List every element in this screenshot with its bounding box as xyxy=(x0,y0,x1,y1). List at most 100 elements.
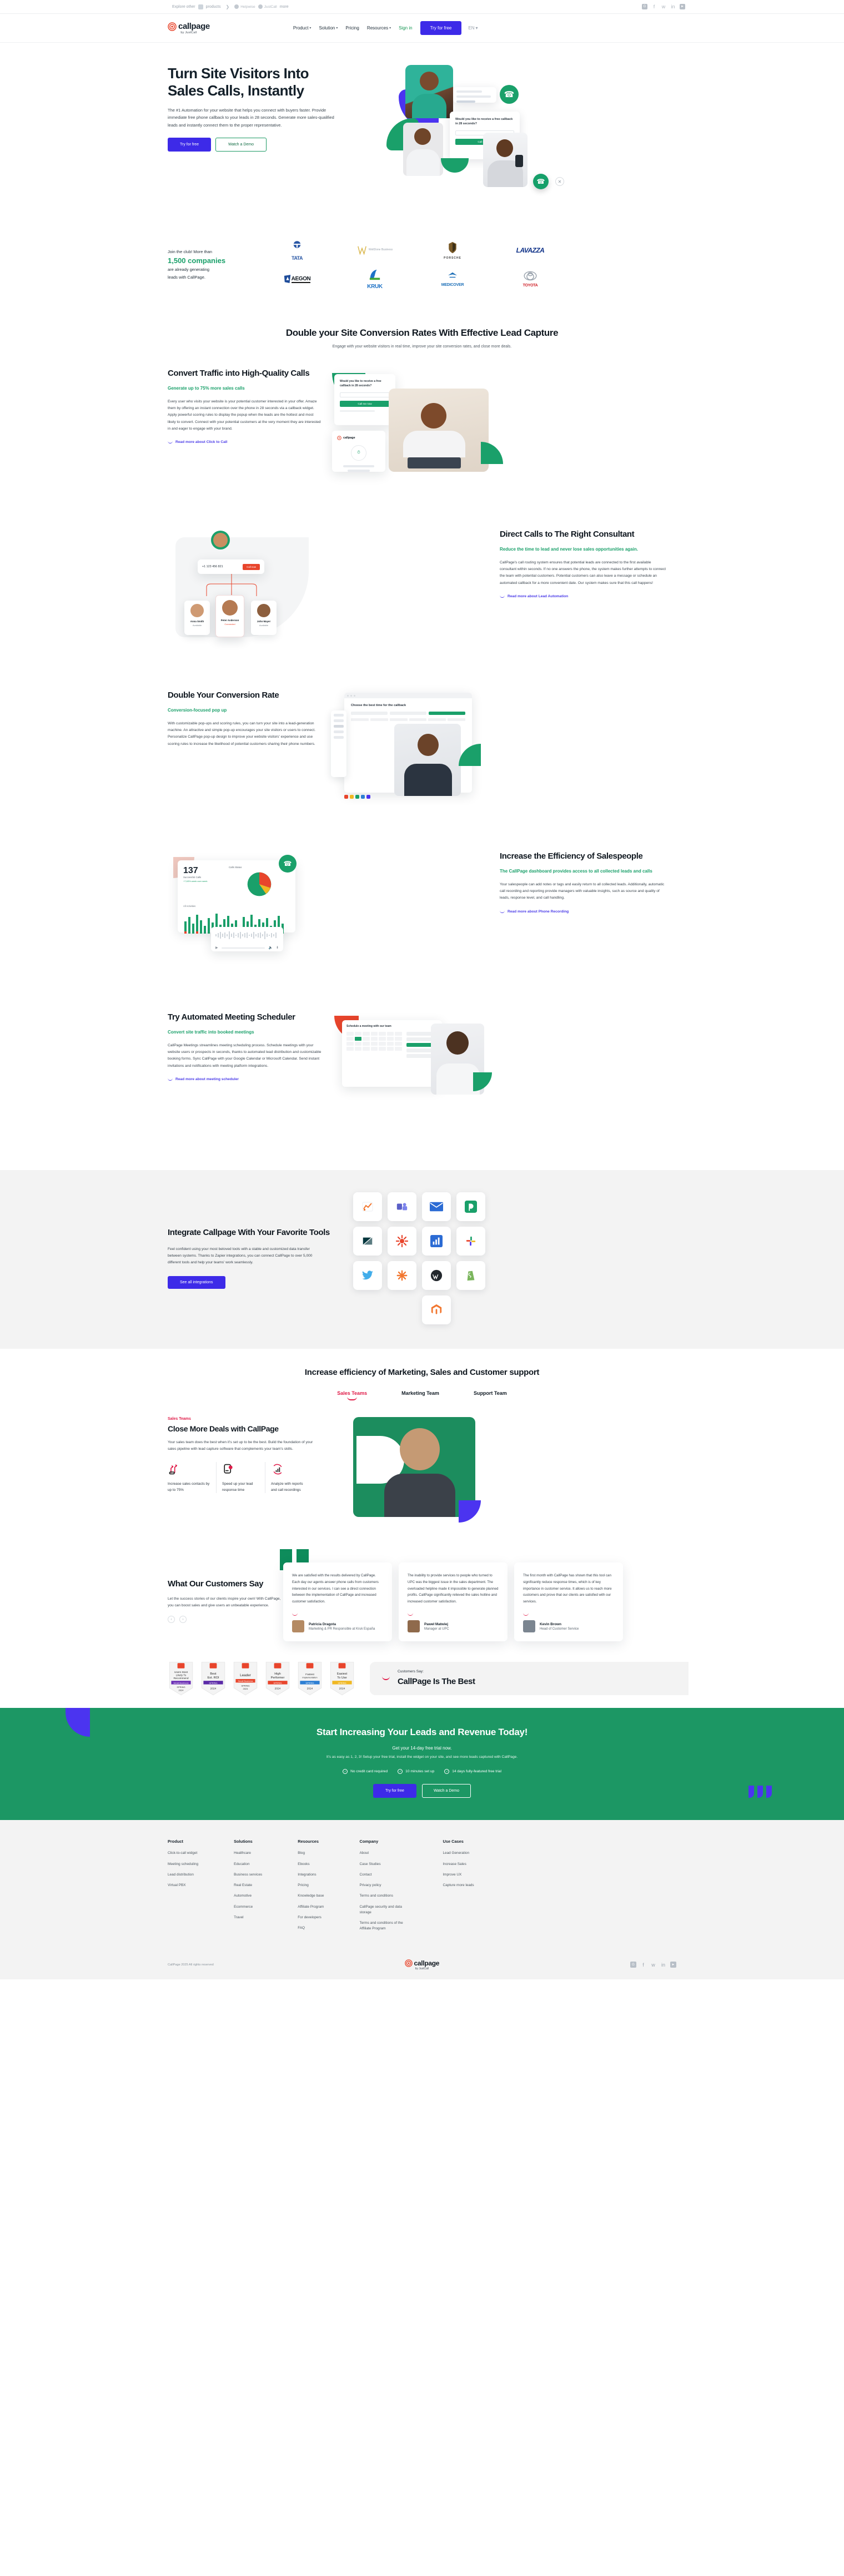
testimonials-carousel[interactable]: We are satisfied with the results delive… xyxy=(283,1562,689,1641)
footer-link[interactable]: Contact xyxy=(360,1872,408,1878)
footer-link[interactable]: Click-to-call widget xyxy=(168,1851,198,1856)
more-label[interactable]: more xyxy=(280,5,289,9)
floating-call-button[interactable]: ☎ xyxy=(533,174,549,189)
footer-link[interactable]: FAQ xyxy=(298,1925,324,1931)
progress-bar[interactable] xyxy=(221,947,265,949)
cta-watch-demo-button[interactable]: Watch a Demo xyxy=(421,1784,471,1798)
footer-link[interactable]: Meeting scheduling xyxy=(168,1862,198,1867)
testimonial-prev-button[interactable]: ‹ xyxy=(168,1616,175,1624)
footer-link[interactable]: Healthcare xyxy=(234,1851,262,1856)
integration-tile-magento[interactable] xyxy=(422,1295,451,1325)
nav-item-resources[interactable]: Resources ▾ xyxy=(367,26,391,31)
footer-link[interactable]: Real Estate xyxy=(234,1883,262,1888)
callback-popup-mock: Would you like to receive a free callbac… xyxy=(334,374,395,426)
brand-justcall[interactable]: JustCall xyxy=(258,4,277,9)
sign-in-link[interactable]: Sign in xyxy=(399,26,412,31)
routing-call-now-button[interactable]: Call now xyxy=(243,563,260,570)
callback-popup-cta[interactable]: Call me now xyxy=(340,401,390,407)
youtube-icon[interactable]: ► xyxy=(680,4,685,9)
download-icon[interactable]: ⬇ xyxy=(276,946,279,950)
language-selector[interactable]: EN ▾ xyxy=(468,26,478,31)
footer-link[interactable]: Lead distribution xyxy=(168,1872,198,1878)
nav-item-pricing[interactable]: Pricing xyxy=(345,26,359,31)
tab-support-team[interactable]: Support Team xyxy=(474,1390,507,1400)
footer-link[interactable]: Privacy policy xyxy=(360,1883,408,1888)
integration-tile-zendesk[interactable] xyxy=(353,1227,382,1256)
integration-tile-shopify[interactable] xyxy=(456,1261,485,1290)
cta-benefit-2: ✓ 10 minutes set up xyxy=(398,1769,434,1775)
footer-link[interactable]: Travel xyxy=(234,1915,262,1920)
routing-phone-number: +1 123 456 821 xyxy=(202,565,223,569)
footer-link[interactable]: Terms and conditions of the Affiliate Pr… xyxy=(360,1920,408,1932)
linkedin-icon[interactable]: in xyxy=(660,1962,666,1968)
brand-helpwise[interactable]: Helpwise xyxy=(234,4,255,9)
twitter-icon[interactable]: w xyxy=(650,1962,656,1968)
footer-link[interactable]: Terms and conditions xyxy=(360,1893,408,1899)
phone-input-mock[interactable] xyxy=(340,392,390,398)
see-all-integrations-button[interactable]: See all integrations xyxy=(168,1276,225,1289)
feature-read-more-link[interactable]: Read more about Click to Call xyxy=(168,440,322,444)
integration-tile-twitter[interactable] xyxy=(353,1261,382,1290)
nav-item-product[interactable]: Product ▾ xyxy=(293,26,312,31)
slack-icon xyxy=(466,1236,476,1246)
integration-tile-hubspot[interactable] xyxy=(353,1192,382,1222)
nav-try-for-free-button[interactable]: Try for free xyxy=(420,21,462,35)
twitter-icon[interactable]: w xyxy=(661,4,666,9)
footer-link[interactable]: Integrations xyxy=(298,1872,324,1878)
footer-link[interactable]: Ecommerce xyxy=(234,1904,262,1910)
dashboard-kpi-delta: +7,63% week over week xyxy=(183,880,208,883)
feature-read-more-link[interactable]: Read more about Phone Recording xyxy=(500,910,666,914)
gmb-icon[interactable]: G xyxy=(642,4,647,9)
integration-tile-slack-alt[interactable] xyxy=(388,1192,416,1222)
footer-link[interactable]: Affiliate Program xyxy=(298,1904,324,1910)
footer-logo[interactable]: callpage by JustCall xyxy=(404,1959,439,1970)
play-icon[interactable]: ▶ xyxy=(215,946,218,950)
footer-link[interactable]: For developers xyxy=(298,1915,324,1920)
testimonial-next-button[interactable]: › xyxy=(179,1616,187,1624)
integration-tile-salesforce[interactable] xyxy=(388,1227,416,1256)
integration-tile-pipedrive[interactable] xyxy=(456,1192,485,1222)
footer-link[interactable]: Capture more leads xyxy=(443,1883,474,1888)
footer-link[interactable]: Virtual PBX xyxy=(168,1883,198,1888)
facebook-icon[interactable]: f xyxy=(651,4,657,9)
facebook-icon[interactable]: f xyxy=(640,1962,646,1968)
feature-read-more-link[interactable]: Read more about Lead Automation xyxy=(500,594,666,598)
footer-link[interactable]: Ebooks xyxy=(298,1862,324,1867)
footer-link[interactable]: Increase Sales xyxy=(443,1862,474,1867)
feature-read-more-link[interactable]: Read more about meeting scheduler xyxy=(168,1077,322,1081)
floating-close-button[interactable]: ✕ xyxy=(555,177,564,186)
explore-other-products[interactable]: Explore other products ❯ Helpwise JustCa… xyxy=(172,4,289,9)
avatar xyxy=(292,1620,304,1632)
feature-body: With customizable pop-ups and scoring ru… xyxy=(168,721,316,746)
footer-link[interactable]: CallPage security and data storage xyxy=(360,1904,408,1916)
hero-watch-demo-button[interactable]: Watch a Demo xyxy=(215,137,267,152)
tab-marketing-team[interactable]: Marketing Team xyxy=(401,1390,439,1400)
nav-item-solution[interactable]: Solution ▾ xyxy=(319,26,338,31)
footer-link[interactable]: Education xyxy=(234,1862,262,1867)
footer-link[interactable]: Pricing xyxy=(298,1883,324,1888)
footer-link[interactable]: Improve UX xyxy=(443,1872,474,1878)
integration-tile-slack[interactable] xyxy=(456,1227,485,1256)
volume-icon[interactable]: 🔈 xyxy=(268,946,272,950)
footer-link[interactable]: Case Studies xyxy=(360,1862,408,1867)
footer-link[interactable]: Lead Generation xyxy=(443,1851,474,1856)
youtube-icon[interactable]: ► xyxy=(670,1962,676,1968)
footer-link[interactable]: About xyxy=(360,1851,408,1856)
cta-try-for-free-button[interactable]: Try for free xyxy=(373,1784,416,1798)
linkedin-icon[interactable]: in xyxy=(670,4,676,9)
integration-tile-wordpress[interactable] xyxy=(422,1261,451,1290)
tab-sales-teams[interactable]: Sales Teams xyxy=(337,1390,367,1401)
footer-link[interactable]: Automotive xyxy=(234,1893,262,1899)
hero-try-for-free-button[interactable]: Try for free xyxy=(168,137,211,152)
svg-text:2024: 2024 xyxy=(339,1687,345,1690)
gmb-icon[interactable]: G xyxy=(630,1962,636,1968)
footer-link[interactable]: Business services xyxy=(234,1872,262,1878)
footer-link[interactable]: Knowledge base xyxy=(298,1893,324,1899)
integration-tile-email[interactable] xyxy=(422,1192,451,1222)
welldone-icon xyxy=(357,246,366,255)
nav-item-pricing-label: Pricing xyxy=(345,26,359,31)
integration-tile-zapier[interactable] xyxy=(388,1261,416,1290)
site-logo[interactable]: callpage by JustCall xyxy=(168,22,210,34)
integration-tile-powerbi[interactable] xyxy=(422,1227,451,1256)
footer-link[interactable]: Blog xyxy=(298,1851,324,1856)
